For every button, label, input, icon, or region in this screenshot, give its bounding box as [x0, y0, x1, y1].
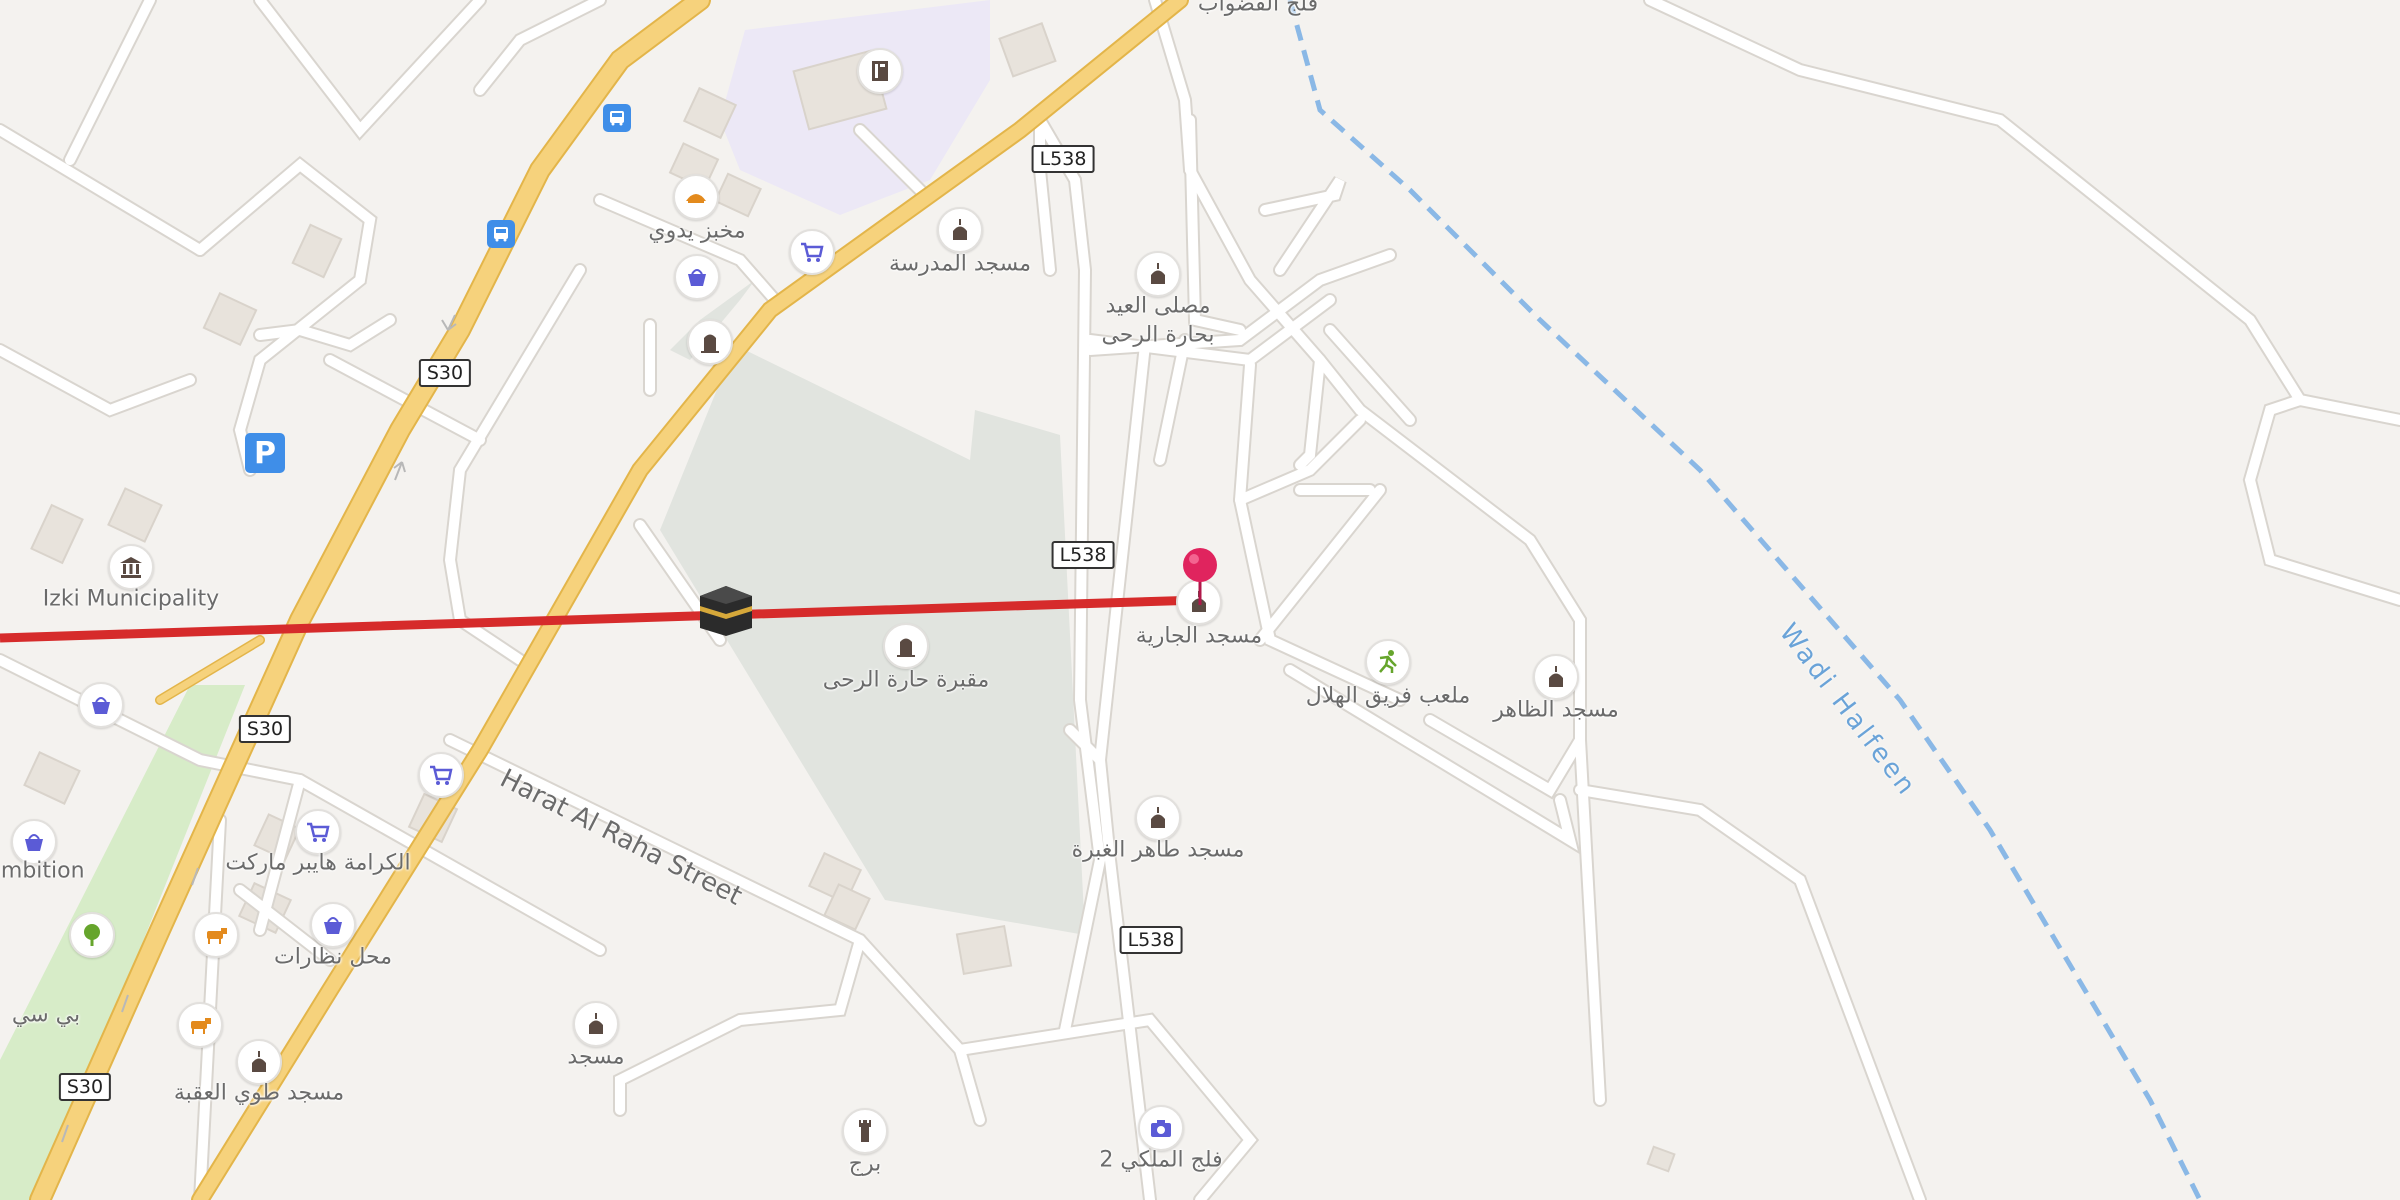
cemetery-icon[interactable]	[883, 623, 929, 669]
mosque-icon[interactable]	[573, 1001, 619, 1047]
map-canvas[interactable]: S30 S30 S30 L538 L538 L538 P فلج القضواب…	[0, 0, 2400, 1200]
place-label: Izki Municipality	[42, 586, 220, 612]
sports-icon[interactable]	[1365, 639, 1411, 685]
place-label: ملعب فريق الهلال	[1305, 683, 1471, 709]
mosque-icon[interactable]	[1135, 795, 1181, 841]
bakery-icon[interactable]	[673, 174, 719, 220]
mosque-icon[interactable]	[1533, 654, 1579, 700]
place-label: مسجد الظاهر	[1493, 697, 1619, 723]
place-label: مقبرة حارة الرحى	[822, 667, 990, 693]
place-label: بي سي	[11, 1002, 81, 1028]
road-shield-s30: S30	[418, 359, 472, 387]
school-icon[interactable]	[857, 48, 903, 94]
waterway-line	[1287, 0, 2203, 1200]
road-shield-l538: L538	[1051, 541, 1115, 569]
shop-basket-icon[interactable]	[674, 254, 720, 300]
place-label: الكرامة هايبر ماركت	[225, 850, 411, 876]
tree-icon[interactable]	[69, 912, 115, 958]
road-shield-s30: S30	[238, 715, 292, 743]
shop-basket-icon[interactable]	[310, 902, 356, 948]
road-shield-l538: L538	[1119, 926, 1183, 954]
place-label: مسجد	[567, 1044, 625, 1070]
place-label: فلج القضواب	[1197, 0, 1319, 17]
road-shield-s30: S30	[58, 1073, 112, 1101]
place-label: فلج الملكي 2	[1099, 1147, 1223, 1173]
camera-icon[interactable]	[1138, 1105, 1184, 1151]
mosque-icon[interactable]	[236, 1039, 282, 1085]
bus-stop-icon[interactable]	[487, 220, 515, 248]
place-label: مصلى العيد	[1105, 293, 1211, 319]
mosque-icon[interactable]	[937, 207, 983, 253]
place-label: مسجد طاهر الغبرة	[1071, 837, 1245, 863]
place-label: مسجد طوي العقبة	[173, 1080, 345, 1106]
place-label: مخبز يدوي	[648, 218, 746, 244]
cart-icon[interactable]	[418, 752, 464, 798]
cow-icon[interactable]	[177, 1002, 223, 1048]
shop-basket-icon[interactable]	[78, 682, 124, 728]
place-label: مسجد الجارية	[1135, 623, 1263, 649]
mosque-icon[interactable]	[1135, 251, 1181, 297]
tower-icon[interactable]	[842, 1108, 888, 1154]
cart-icon[interactable]	[295, 809, 341, 855]
bus-stop-icon[interactable]	[603, 104, 631, 132]
place-label: بحارة الرحى	[1101, 322, 1215, 348]
location-pin-icon[interactable]	[1180, 545, 1220, 611]
townhall-icon[interactable]	[108, 544, 154, 590]
cow-icon[interactable]	[193, 912, 239, 958]
parking-icon[interactable]: P	[245, 433, 285, 473]
cemetery-icon[interactable]	[687, 319, 733, 365]
place-label: مسجد المدرسة	[888, 251, 1032, 277]
place-label: محل نظارات	[274, 944, 392, 970]
place-label: ambition	[0, 858, 85, 884]
kaaba-icon[interactable]	[698, 584, 754, 642]
road-shield-l538: L538	[1031, 145, 1095, 173]
cart-icon[interactable]	[789, 229, 835, 275]
place-label: برج	[848, 1151, 882, 1177]
